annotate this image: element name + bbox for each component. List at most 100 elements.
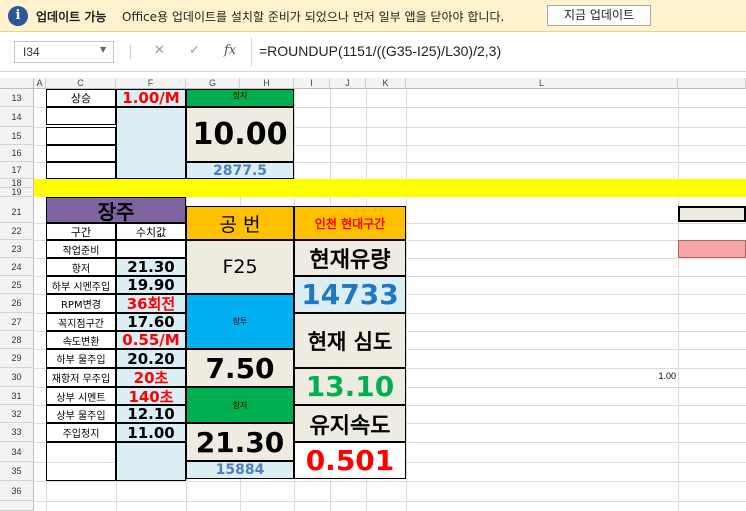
row-header-19[interactable]: 19 (0, 188, 34, 197)
gridline (34, 501, 746, 502)
row-header-25[interactable]: 25 (0, 276, 34, 294)
cell-c17[interactable] (46, 162, 116, 179)
row-header-34[interactable]: 34 (0, 442, 34, 462)
cell-c34-c35[interactable] (46, 442, 116, 481)
left-table-header-section[interactable]: 구간 (46, 223, 116, 240)
list-item-label[interactable]: 하부 물주입 (46, 349, 116, 368)
row-header-33[interactable]: 33 (0, 423, 34, 442)
depth-value-2[interactable]: 21.30 (186, 423, 294, 461)
status-badge[interactable]: 항저 (186, 387, 294, 423)
row-header-13[interactable]: 13 (0, 89, 34, 107)
list-item-value[interactable]: 19.90 (116, 276, 186, 294)
list-item-value[interactable]: 17.60 (116, 313, 186, 331)
list-item-label[interactable]: 재항저 무주입 (46, 368, 116, 387)
cell-f34-f35[interactable] (116, 442, 186, 481)
list-item-value[interactable]: 36회전 (116, 294, 186, 313)
list-item-value[interactable]: 20.20 (116, 349, 186, 368)
row-header-14[interactable]: 14 (0, 107, 34, 127)
column-header-i[interactable]: I (294, 78, 330, 89)
column-header-k[interactable]: K (366, 78, 406, 89)
formula-input[interactable]: =ROUNDUP(1151/((G35-I25)/L30)/2,3) (259, 43, 501, 59)
row-header-17[interactable]: 17 (0, 162, 34, 179)
list-item-label[interactable]: 상부 시멘트 (46, 387, 116, 405)
list-item-value[interactable]: 0.55/M (116, 331, 186, 349)
cell-g17[interactable]: 2877.5 (186, 162, 294, 179)
row-header-32[interactable]: 32 (0, 405, 34, 423)
row-header-31[interactable]: 31 (0, 387, 34, 405)
info-icon: i (8, 6, 28, 26)
list-item-label[interactable]: 속도변환 (46, 331, 116, 349)
cell-c16[interactable] (46, 145, 116, 162)
count-value[interactable]: 15884 (186, 461, 294, 479)
depth-value-1[interactable]: 7.50 (186, 349, 294, 387)
list-item-label[interactable]: 하부 시멘주입 (46, 276, 116, 294)
flow-label[interactable]: 현재유량 (294, 240, 406, 276)
left-table-title[interactable]: 장주 (46, 197, 186, 223)
yellow-separator-band (34, 179, 746, 197)
cell-m23[interactable] (678, 240, 746, 258)
row-header-15[interactable]: 15 (0, 127, 34, 145)
row-header-24[interactable]: 24 (0, 258, 34, 276)
list-item-label[interactable]: 항저 (46, 258, 116, 276)
column-header-m[interactable] (678, 78, 746, 89)
column-header-h[interactable]: H (240, 78, 294, 89)
list-item-value[interactable]: 12.10 (116, 405, 186, 423)
name-box[interactable]: I34 (14, 41, 114, 63)
cell-c15[interactable] (46, 127, 116, 145)
insert-function-icon[interactable]: fx (224, 43, 236, 58)
row-header-28[interactable]: 28 (0, 331, 34, 349)
list-item-label[interactable]: 주입정지 (46, 423, 116, 442)
gridline (678, 89, 679, 511)
cell-c13[interactable]: 상승 (46, 89, 116, 107)
list-item-value[interactable]: 21.30 (116, 258, 186, 276)
column-header-c[interactable]: C (46, 78, 116, 89)
left-table-header-value[interactable]: 수치값 (116, 223, 186, 240)
cell-f13[interactable]: 1.00/M (116, 89, 186, 107)
gridline (406, 89, 407, 511)
column-header-j[interactable]: J (330, 78, 366, 89)
select-all-corner[interactable] (0, 78, 34, 89)
cell-m21[interactable] (678, 206, 746, 222)
column-header-f[interactable]: F (116, 78, 186, 89)
row-header-23[interactable]: 23 (0, 240, 34, 258)
list-item-label[interactable]: 상부 물주입 (46, 405, 116, 423)
cancel-icon[interactable]: ✕ (154, 43, 165, 58)
list-item-label[interactable]: 작업준비 (46, 240, 116, 258)
enter-icon[interactable]: ✓ (189, 43, 200, 58)
update-now-button[interactable]: 지금 업데이트 (547, 5, 651, 26)
cell-c14[interactable] (46, 107, 116, 125)
row-header-35[interactable]: 35 (0, 462, 34, 481)
speed-label[interactable]: 유지속도 (294, 405, 406, 442)
row-header-36[interactable]: 36 (0, 481, 34, 501)
chevron-down-icon[interactable]: ▼ (100, 45, 106, 54)
list-item-label[interactable]: RPM변경 (46, 294, 116, 313)
column-header-a[interactable]: A (34, 78, 46, 89)
column-header-g[interactable]: G (186, 78, 240, 89)
row-header-21[interactable]: 21 (0, 197, 34, 223)
column-header-l[interactable]: L (406, 78, 678, 89)
cell-l30[interactable]: 1.00 (640, 371, 676, 385)
list-item-value[interactable]: 11.00 (116, 423, 186, 442)
row-header-26[interactable]: 26 (0, 294, 34, 313)
site-header[interactable]: 인천 현대구간 (294, 206, 406, 240)
pile-number-header[interactable]: 공 번 (186, 206, 294, 240)
cell-f14-f17[interactable] (116, 107, 186, 179)
big-value-cell[interactable]: 10.00 (186, 107, 294, 162)
list-item-value[interactable]: 20초 (116, 368, 186, 387)
flow-value[interactable]: 14733 (294, 276, 406, 313)
cell-g13[interactable]: 정지 (186, 89, 294, 107)
depth-label[interactable]: 현재 심도 (294, 313, 406, 368)
list-item-value[interactable]: 140초 (116, 387, 186, 405)
speed-value[interactable]: 0.501 (294, 442, 406, 479)
row-header-30[interactable]: 30 (0, 368, 34, 387)
depth-value[interactable]: 13.10 (294, 368, 406, 405)
row-header-37[interactable] (0, 501, 34, 511)
list-item-label[interactable]: 꼭지점구간 (46, 313, 116, 331)
list-item-value[interactable] (116, 240, 186, 258)
status-badge[interactable]: 항투 (186, 294, 294, 349)
row-header-22[interactable]: 22 (0, 223, 34, 240)
row-header-27[interactable]: 27 (0, 313, 34, 331)
row-header-16[interactable]: 16 (0, 145, 34, 162)
row-header-29[interactable]: 29 (0, 349, 34, 368)
pile-number-value[interactable]: F25 (186, 240, 294, 294)
